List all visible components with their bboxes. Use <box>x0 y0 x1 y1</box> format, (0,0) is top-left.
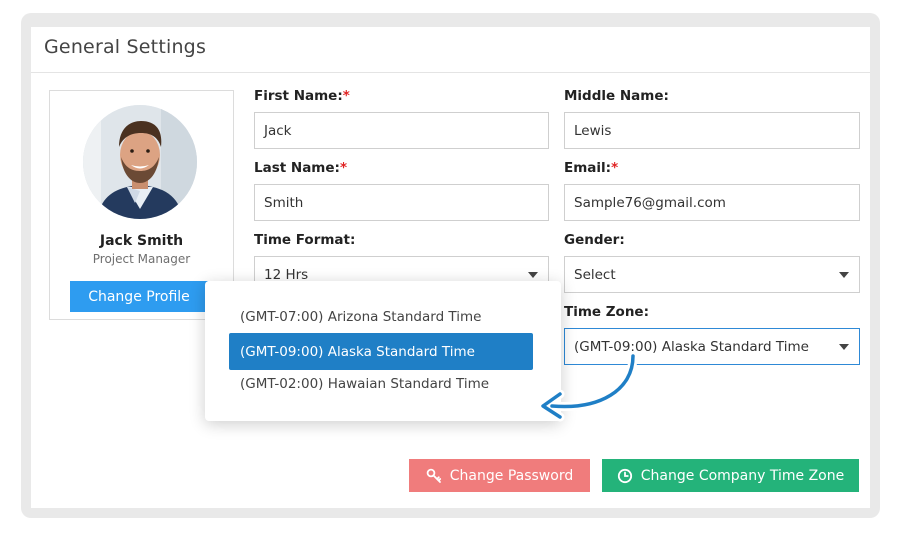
last-name-label-text: Last Name: <box>254 160 340 176</box>
last-name-label: Last Name:* <box>254 160 347 176</box>
email-label-text: Email: <box>564 160 612 176</box>
change-company-time-zone-label: Change Company Time Zone <box>640 467 845 484</box>
chevron-down-icon <box>839 344 849 350</box>
clock-icon <box>617 468 632 483</box>
email-label: Email:* <box>564 160 618 176</box>
time-zone-option[interactable]: (GMT-02:00) Hawaian Standard Time <box>240 376 489 392</box>
key-icon <box>426 468 441 483</box>
page-title: General Settings <box>44 36 207 58</box>
profile-role: Project Manager <box>92 252 191 266</box>
first-name-field[interactable]: Jack <box>254 112 549 149</box>
gender-label: Gender: <box>564 232 625 248</box>
gender-select[interactable]: Select <box>564 256 860 293</box>
required-asterisk: * <box>339 160 347 176</box>
curved-arrow-icon <box>538 351 638 422</box>
time-zone-option[interactable]: (GMT-07:00) Arizona Standard Time <box>240 309 481 325</box>
title-divider <box>31 72 870 73</box>
time-format-label: Time Format: <box>254 232 356 248</box>
first-name-label: First Name:* <box>254 88 350 104</box>
profile-name: Jack Smith <box>99 233 184 249</box>
change-company-time-zone-button[interactable]: Change Company Time Zone <box>602 459 859 492</box>
required-asterisk: * <box>611 160 619 176</box>
email-field[interactable]: Sample76@gmail.com <box>564 184 860 221</box>
time-zone-option-selected[interactable]: (GMT-09:00) Alaska Standard Time <box>229 333 533 370</box>
last-name-field[interactable]: Smith <box>254 184 549 221</box>
avatar <box>83 105 197 219</box>
first-name-label-text: First Name: <box>254 88 343 104</box>
time-zone-label: Time Zone: <box>564 304 649 320</box>
change-password-label: Change Password <box>449 467 574 484</box>
middle-name-field[interactable]: Lewis <box>564 112 860 149</box>
required-asterisk: * <box>342 88 350 104</box>
gender-value: Select <box>574 266 616 283</box>
change-profile-button[interactable]: Change Profile <box>70 281 208 312</box>
change-password-button[interactable]: Change Password <box>409 459 590 492</box>
chevron-down-icon <box>839 272 849 278</box>
chevron-down-icon <box>528 272 538 278</box>
middle-name-label: Middle Name: <box>564 88 669 104</box>
